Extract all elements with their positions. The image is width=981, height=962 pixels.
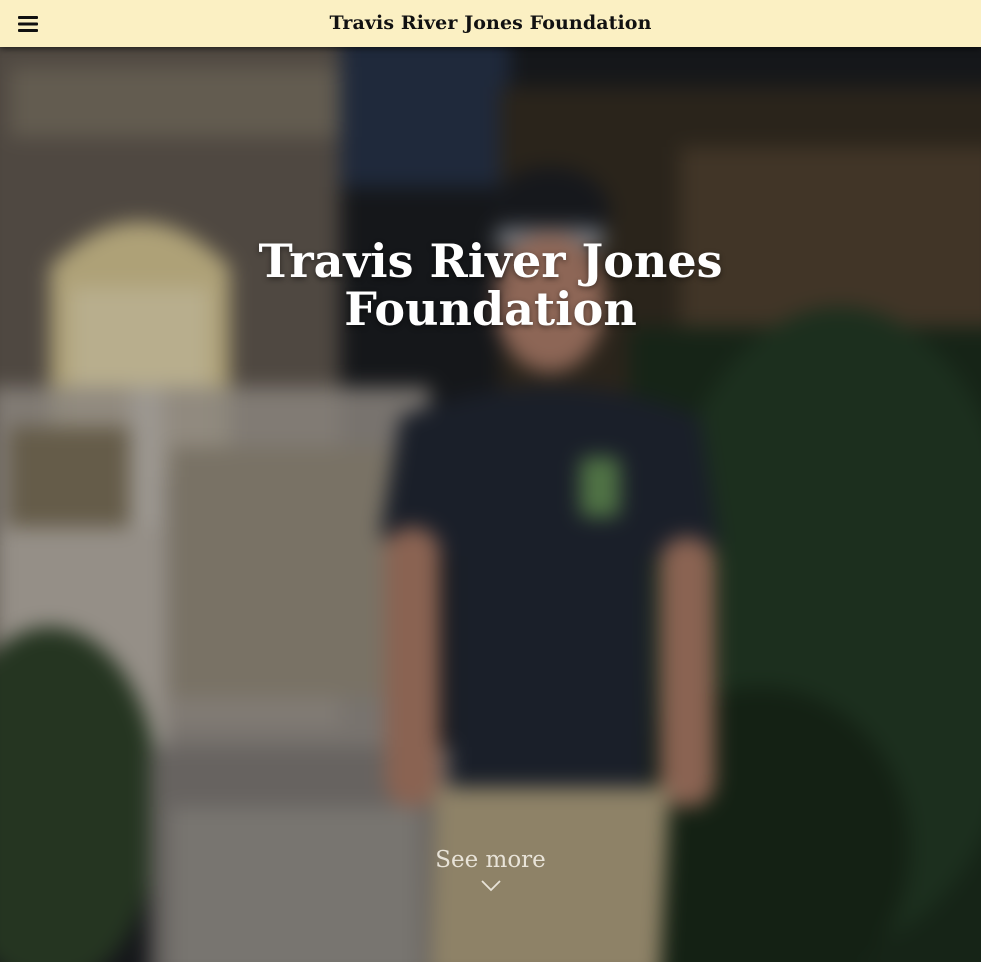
see-more-link[interactable]: See more [0,847,981,893]
page: Travis River Jones Foundation Travis Riv… [0,0,981,962]
chevron-down-icon [480,880,501,892]
site-title[interactable]: Travis River Jones Foundation [0,12,981,34]
hero-background-photo [0,47,981,962]
hero-title-line-2: Foundation [344,282,637,336]
hero-title-line-1: Travis River Jones [258,234,723,288]
hero-section: Travis River Jones Foundation See more [0,47,981,962]
top-navigation-bar: Travis River Jones Foundation [0,0,981,47]
hero-title: Travis River Jones Foundation [0,237,981,333]
see-more-label: See more [435,847,546,873]
